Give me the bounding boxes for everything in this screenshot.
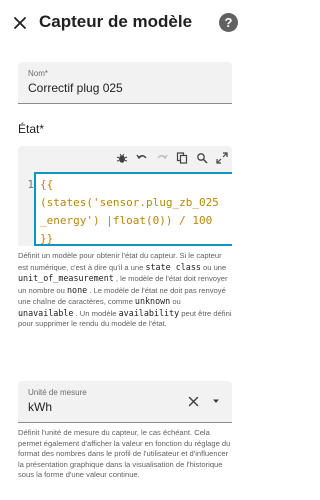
code-area[interactable]: 1 {{ (states('sensor.plug_zb_025 _energy… xyxy=(18,172,232,246)
undo-icon[interactable] xyxy=(136,152,148,164)
help-code: none xyxy=(66,284,88,295)
line-number: 1 xyxy=(27,178,34,191)
help-text-part: . Un modèle xyxy=(73,308,119,318)
name-field[interactable]: Nom* Correctif plug 025 xyxy=(18,62,232,104)
copy-icon[interactable] xyxy=(176,152,188,164)
close-icon[interactable] xyxy=(9,12,31,34)
fullscreen-icon[interactable] xyxy=(216,152,228,164)
state-help-text: Définit un modèle pour obtenir l'état du… xyxy=(18,251,232,330)
help-text-part: ou une xyxy=(200,262,227,272)
code-input[interactable]: {{ (states('sensor.plug_zb_025 _energy')… xyxy=(34,172,232,246)
help-code: unknown xyxy=(134,296,171,306)
unit-field-label: Unité de mesure xyxy=(28,388,87,397)
code-line: }} xyxy=(40,232,54,245)
editor-toolbar xyxy=(116,150,228,166)
menu-down-icon[interactable] xyxy=(210,395,222,407)
help-code: unavailable xyxy=(18,307,74,318)
code-line: _energy') |float(0)) / 100 xyxy=(40,214,213,227)
help-code: unit_of_measurement xyxy=(18,273,114,283)
state-label: État* xyxy=(18,122,45,136)
code-line: {{ xyxy=(40,178,54,191)
clear-icon[interactable] xyxy=(186,394,200,408)
help-code: availability xyxy=(118,307,180,318)
unit-help-text: Définit l'unité de mesure du capteur, le… xyxy=(18,428,231,479)
state-template-editor[interactable]: 1 {{ (states('sensor.plug_zb_025 _energy… xyxy=(18,146,232,246)
code-line: (states('sensor.plug_zb_025 xyxy=(40,196,219,209)
help-text-part: ou xyxy=(170,297,181,306)
dialog-title: Capteur de modèle xyxy=(39,12,193,31)
code-content[interactable]: {{ (states('sensor.plug_zb_025 _energy')… xyxy=(36,174,232,245)
name-field-label: Nom* xyxy=(28,69,49,78)
name-field-value[interactable]: Correctif plug 025 xyxy=(28,81,123,95)
help-code: state class xyxy=(145,261,201,272)
unit-field-value[interactable]: kWh xyxy=(28,400,52,414)
redo-icon[interactable] xyxy=(156,152,168,164)
search-replace-icon[interactable] xyxy=(196,152,208,164)
unit-of-measurement-select[interactable]: Unité de mesure kWh xyxy=(18,381,232,423)
dialog-header: Capteur de modèle ? xyxy=(0,0,248,46)
bug-icon[interactable] xyxy=(116,152,128,164)
help-circle-icon[interactable]: ? xyxy=(219,13,238,32)
